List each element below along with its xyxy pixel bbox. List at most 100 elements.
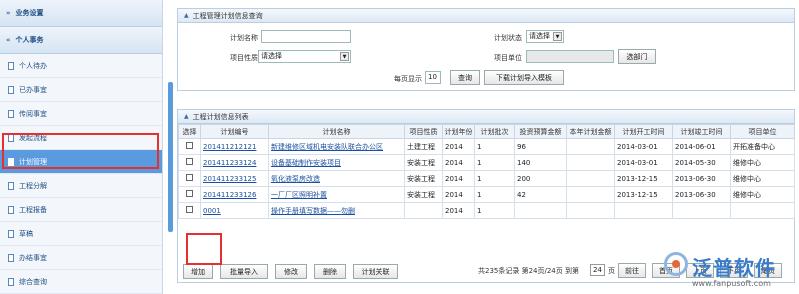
project-type-cell: 安装工程 (404, 154, 443, 171)
plan-code-cell: 0001 (200, 202, 269, 219)
sidebar-item-label: 已办事宜 (19, 85, 47, 94)
row-checkbox[interactable] (186, 142, 193, 149)
sidebar-section-label: 业务设置 (15, 9, 44, 17)
sidebar-item-project-filing[interactable]: 工程报备 (0, 198, 162, 222)
plan-name-link[interactable]: 新建维修区域机电安装队联合办公区 (271, 143, 383, 151)
select-dept-button[interactable]: 选部门 (618, 49, 656, 64)
plan-code-link[interactable]: 201411233126 (203, 191, 256, 199)
plan-code-link[interactable]: 201411233124 (203, 159, 256, 167)
column-header[interactable]: 计划年份 (442, 124, 475, 139)
sidebar-section-personal-affairs[interactable]: « 个人事务 (0, 27, 162, 54)
sidebar-item-general-query[interactable]: 综合查询 (0, 270, 162, 294)
plan-name-link[interactable]: 操作手册填写数据——勿删 (271, 207, 355, 215)
project-type-select[interactable]: 请选择 ▼ (258, 50, 351, 63)
plan-name-link[interactable]: 设备基础制作安装项目 (271, 159, 341, 167)
project-unit-cell: 维修中心 (730, 154, 795, 171)
column-header[interactable]: 计划竣工时间 (672, 124, 731, 139)
plan-name-cell: 一厂厂区照明补置 (268, 186, 405, 203)
plan-batch-cell: 1 (474, 186, 515, 203)
page-size-input[interactable]: 10 (425, 71, 441, 84)
query-button[interactable]: 查询 (450, 70, 480, 85)
sidebar-section-business-settings[interactable]: » 业务设置 (0, 0, 162, 27)
plan-batch-cell: 1 (474, 202, 515, 219)
end-date-cell: 2013-06-30 (672, 170, 731, 187)
end-date-cell (672, 202, 731, 219)
plan-year-cell: 2014 (442, 186, 475, 203)
chevron-down-icon: « (6, 36, 11, 44)
plan-link-button[interactable]: 计划关联 (353, 264, 398, 279)
sidebar-collapse-handle[interactable] (168, 82, 173, 232)
plan-year-cell: 2014 (442, 202, 475, 219)
project-unit-cell: 维修中心 (730, 186, 795, 203)
column-header[interactable]: 计划名称 (268, 124, 405, 139)
row-checkbox[interactable] (186, 174, 193, 181)
plan-name-label: 计划名称 (230, 34, 258, 42)
brand-logo-icon (664, 252, 688, 276)
pagination-suffix: 页 (608, 267, 615, 275)
plan-name-input[interactable] (261, 30, 351, 43)
plan-name-link[interactable]: 氧化液泵房改造 (271, 175, 320, 183)
sidebar-item-label: 工程报备 (19, 205, 47, 214)
column-header[interactable]: 计划批次 (474, 124, 515, 139)
budget-cell (514, 202, 567, 219)
project-type-cell: 安装工程 (404, 186, 443, 203)
sidebar-item-completed[interactable]: 办结事宜 (0, 246, 162, 270)
sidebar-item-label: 办结事宜 (19, 253, 47, 262)
sidebar-item-project-breakdown[interactable]: 工程分解 (0, 174, 162, 198)
plan-code-cell: 201411233124 (200, 154, 269, 171)
row-checkbox[interactable] (186, 206, 193, 213)
sidebar-item-todo[interactable]: 个人待办 (0, 54, 162, 78)
budget-cell: 96 (514, 138, 567, 155)
plan-name-link[interactable]: 一厂厂区照明补置 (271, 191, 327, 199)
document-icon (8, 205, 14, 214)
add-button[interactable]: 增加 (183, 264, 213, 279)
plan-code-link[interactable]: 201411212121 (203, 143, 256, 151)
end-date-cell: 2014-06-01 (672, 138, 731, 155)
plan-code-link[interactable]: 0001 (203, 207, 221, 215)
sidebar-item-done[interactable]: 已办事宜 (0, 78, 162, 102)
document-icon (8, 181, 14, 190)
delete-button[interactable]: 删除 (314, 264, 346, 279)
sidebar-section-label: 个人事务 (15, 36, 44, 44)
go-button[interactable]: 前往 (618, 263, 646, 278)
row-checkbox[interactable] (186, 158, 193, 165)
column-header[interactable]: 投资预算金额 (514, 124, 567, 139)
app: » 业务设置 « 个人事务 个人待办 已办事宜 传阅事宜 发起流程 计划管理 工… (0, 0, 799, 294)
sidebar-item-drafts[interactable]: 草稿 (0, 222, 162, 246)
plan-batch-cell: 1 (474, 138, 515, 155)
plan-status-label: 计划状态 (494, 34, 522, 42)
sidebar-item-label: 工程分解 (19, 181, 47, 190)
download-template-button[interactable]: 下载计划导入模板 (484, 70, 564, 85)
project-type-cell: 安装工程 (404, 170, 443, 187)
table-row: 201411212121 新建维修区域机电安装队联合办公区 土建工程 2014 … (178, 138, 795, 155)
project-unit-label: 项目单位 (494, 54, 522, 62)
table-row: 201411233126 一厂厂区照明补置 安装工程 2014 1 42 201… (178, 186, 795, 203)
chevron-right-icon: » (6, 9, 11, 17)
plan-status-select[interactable]: 请选择 ▼ (526, 30, 564, 43)
panel-title-text: 工程计划信息列表 (192, 112, 249, 121)
column-header[interactable]: 计划编号 (200, 124, 269, 139)
document-icon (8, 85, 14, 94)
document-icon (8, 61, 14, 70)
page-size-label: 每页显示 (394, 75, 422, 83)
column-header[interactable]: 计划开工时间 (614, 124, 673, 139)
plan-name-cell: 设备基础制作安装项目 (268, 154, 405, 171)
sidebar-item-label: 综合查询 (19, 277, 47, 286)
start-date-cell: 2013-12-15 (614, 170, 673, 187)
budget-cell: 140 (514, 154, 567, 171)
start-date-cell (614, 202, 673, 219)
batch-import-button[interactable]: 批量导入 (220, 264, 268, 279)
edit-button[interactable]: 修改 (275, 264, 307, 279)
plan-batch-cell: 1 (474, 170, 515, 187)
document-icon (8, 109, 14, 118)
page-number-input[interactable]: 24 (590, 264, 605, 276)
column-header[interactable]: 本年计划金额 (566, 124, 615, 139)
column-header[interactable]: 项目单位 (730, 124, 795, 139)
plan-code-link[interactable]: 201411233125 (203, 175, 256, 183)
column-header[interactable]: 项目性质 (404, 124, 443, 139)
sidebar-items: 个人待办 已办事宜 传阅事宜 发起流程 计划管理 工程分解 工程报备 草稿 办结… (0, 54, 162, 294)
start-date-cell: 2013-12-15 (614, 186, 673, 203)
sidebar-item-circulation[interactable]: 传阅事宜 (0, 102, 162, 126)
row-checkbox[interactable] (186, 190, 193, 197)
budget-cell: 200 (514, 170, 567, 187)
